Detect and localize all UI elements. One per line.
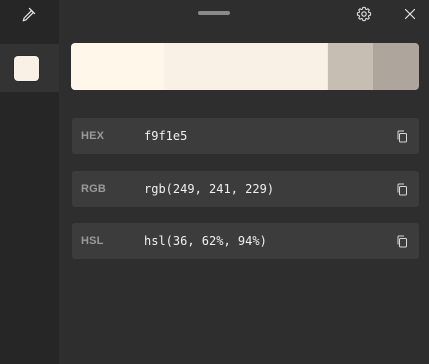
pick-color-button[interactable] [14, 2, 42, 28]
gear-icon [356, 6, 372, 22]
copy-hsl-button[interactable] [394, 233, 410, 249]
hsl-value[interactable]: hsl(36, 62%, 94%) [144, 223, 267, 259]
hsl-row: HSL hsl(36, 62%, 94%) [72, 223, 419, 259]
drag-handle-icon[interactable] [198, 11, 230, 15]
shade-dark[interactable] [328, 43, 373, 90]
history-item-selected[interactable] [0, 44, 59, 92]
close-button[interactable] [398, 2, 422, 26]
eyedropper-icon [22, 7, 36, 22]
copy-icon [397, 235, 407, 247]
copy-hex-button[interactable] [394, 128, 410, 144]
hsl-label: HSL [81, 235, 104, 247]
shade-lighter[interactable] [71, 43, 164, 90]
settings-button[interactable] [352, 2, 376, 26]
hex-row: HEX f9f1e5 [72, 118, 419, 154]
shade-darker[interactable] [373, 43, 419, 90]
close-icon [404, 8, 416, 20]
copy-icon [397, 183, 407, 195]
rgb-row: RGB rgb(249, 241, 229) [72, 171, 419, 207]
rgb-value[interactable]: rgb(249, 241, 229) [144, 171, 274, 207]
history-swatch [14, 56, 39, 81]
copy-icon [397, 130, 407, 142]
sidebar [0, 0, 59, 364]
hex-value[interactable]: f9f1e5 [144, 118, 187, 154]
rgb-label: RGB [81, 183, 107, 195]
color-shades-bar [71, 43, 419, 90]
copy-rgb-button[interactable] [394, 181, 410, 197]
hex-label: HEX [81, 130, 105, 142]
shade-current[interactable] [164, 43, 327, 90]
color-picker-window: HEX f9f1e5 RGB rgb(249, 241, 229) HSL hs… [0, 0, 429, 364]
